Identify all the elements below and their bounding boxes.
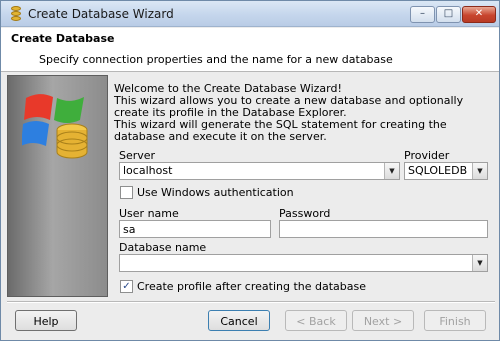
provider-label: Provider [404, 149, 450, 162]
create-profile-label: Create profile after creating the databa… [137, 280, 367, 293]
database-name-label: Database name [119, 241, 207, 254]
windows-auth-label: Use Windows authentication [137, 186, 294, 199]
windows-auth-checkbox[interactable] [120, 186, 133, 199]
database-name-combobox[interactable]: ▼ [119, 254, 488, 272]
provider-value: SQLOLEDB [408, 164, 468, 177]
password-label: Password [279, 207, 331, 220]
back-button[interactable]: < Back [285, 310, 347, 331]
chevron-down-icon[interactable]: ▼ [472, 163, 487, 179]
create-profile-checkbox[interactable]: ✓ [120, 280, 133, 293]
cancel-button[interactable]: Cancel [208, 310, 270, 331]
chevron-down-icon[interactable]: ▼ [472, 255, 487, 271]
server-combobox[interactable]: localhost ▼ [119, 162, 400, 180]
wizard-header: Create Database Specify connection prope… [1, 28, 499, 72]
finish-button[interactable]: Finish [424, 310, 486, 331]
chevron-down-icon[interactable]: ▼ [384, 163, 399, 179]
intro-description-text: This wizard will generate the SQL statem… [114, 118, 447, 143]
username-input[interactable] [119, 220, 271, 238]
minimize-button[interactable]: – [410, 6, 435, 23]
intro-welcome-text: Welcome to the Create Database Wizard! T… [114, 82, 464, 119]
provider-combobox[interactable]: SQLOLEDB ▼ [404, 162, 488, 180]
username-label: User name [119, 207, 179, 220]
maximize-button[interactable]: □ [436, 6, 461, 23]
server-label: Server [119, 149, 156, 162]
windows-database-logo-icon [22, 94, 88, 159]
window-title: Create Database Wizard [28, 7, 174, 21]
database-app-icon [9, 6, 23, 21]
wizard-window: Create Database Wizard – □ ✕ Create Data… [0, 0, 500, 341]
wizard-side-image [7, 75, 108, 297]
footer-divider [7, 301, 495, 303]
help-button[interactable]: Help [15, 310, 77, 331]
page-title: Create Database [11, 32, 115, 45]
next-button[interactable]: Next > [352, 310, 414, 331]
title-bar[interactable]: Create Database Wizard – □ ✕ [1, 1, 499, 27]
page-subtitle: Specify connection properties and the na… [39, 53, 393, 66]
server-value: localhost [123, 164, 173, 177]
password-input[interactable] [279, 220, 488, 238]
close-button[interactable]: ✕ [462, 6, 496, 23]
